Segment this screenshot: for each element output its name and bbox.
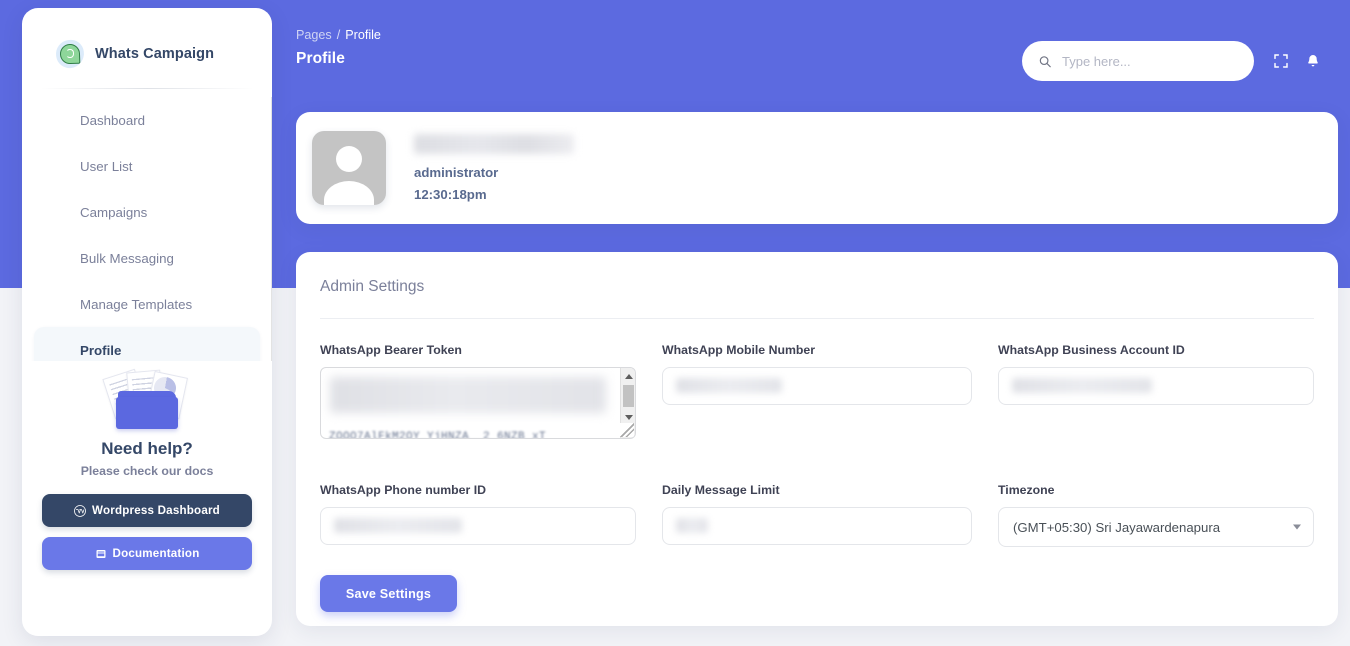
sidebar-item-user-list[interactable]: User List <box>34 143 260 189</box>
breadcrumb-separator: / <box>336 28 341 42</box>
settings-form-grid: WhatsApp Bearer Token ZQQQ7AlFkM2QY_YjHN… <box>320 319 1314 553</box>
search-icon <box>1039 55 1051 67</box>
whatsapp-icon <box>54 38 86 70</box>
sidebar: Whats Campaign Dashboard User List Campa… <box>22 8 272 636</box>
search-input[interactable] <box>1062 53 1238 69</box>
wordpress-dashboard-button[interactable]: Wordpress Dashboard <box>42 494 252 527</box>
sidebar-item-label: Bulk Messaging <box>80 250 174 266</box>
breadcrumb-current: Profile <box>345 28 381 42</box>
bearer-token-textarea[interactable]: ZQQQ7AlFkM2QY_YjHNZA__2_6NZB_xT <box>320 367 636 439</box>
sidebar-item-dashboard[interactable]: Dashboard <box>34 97 260 143</box>
admin-settings-card: Admin Settings WhatsApp Bearer Token ZQQ… <box>296 252 1338 626</box>
help-title: Need help? <box>101 439 193 458</box>
field-label: Timezone <box>998 483 1055 497</box>
textarea-scroll-down-icon[interactable] <box>621 410 635 424</box>
admin-settings-title: Admin Settings <box>320 278 425 295</box>
business-account-id-redacted-value <box>1012 378 1152 393</box>
daily-message-limit-input[interactable] <box>662 507 972 545</box>
breadcrumb: Pages / Profile <box>296 28 1328 42</box>
save-settings-button[interactable]: Save Settings <box>320 575 457 612</box>
brand-header[interactable]: Whats Campaign <box>22 8 272 74</box>
sidebar-item-bulk-messaging[interactable]: Bulk Messaging <box>34 235 260 281</box>
sidebar-item-label: User List <box>80 158 133 174</box>
profile-role: administrator <box>414 165 499 180</box>
sidebar-nav-scroll-area: Dashboard User List Campaigns Bulk Messa… <box>22 97 272 361</box>
textarea-scrollbar-thumb[interactable] <box>623 385 634 407</box>
timezone-select[interactable]: (GMT+05:30) Sri Jayawardenapura <box>998 507 1314 547</box>
fullscreen-icon[interactable] <box>1270 50 1292 72</box>
sidebar-item-label: Profile <box>80 342 122 358</box>
breadcrumb-root[interactable]: Pages <box>296 28 332 42</box>
sidebar-item-profile[interactable]: Profile <box>34 327 260 361</box>
help-card: Need help? Please check our docs Wordpre… <box>22 361 272 570</box>
profile-name-redacted <box>414 134 574 154</box>
topbar: Pages / Profile Profile <box>296 28 1328 90</box>
daily-message-limit-redacted-value <box>676 518 708 533</box>
field-label: WhatsApp Business Account ID <box>998 343 1185 357</box>
sidebar-nav: Dashboard User List Campaigns Bulk Messa… <box>22 97 272 361</box>
documentation-button[interactable]: Documentation <box>42 537 252 570</box>
notification-bell-icon[interactable] <box>1302 50 1324 72</box>
profile-meta: administrator 12:30:18pm <box>414 134 574 202</box>
brand-divider <box>40 88 254 89</box>
textarea-resize-handle[interactable] <box>620 423 634 437</box>
chevron-down-icon <box>1293 524 1301 530</box>
sidebar-scrollbar[interactable] <box>271 97 272 361</box>
sidebar-item-label: Dashboard <box>80 112 146 128</box>
field-label: WhatsApp Mobile Number <box>662 343 816 357</box>
search-box[interactable] <box>1022 41 1254 81</box>
documentation-label: Documentation <box>112 547 200 560</box>
profile-time: 12:30:18pm <box>414 187 487 202</box>
field-phone-number-id: WhatsApp Phone number ID <box>320 483 636 547</box>
field-timezone: Timezone (GMT+05:30) Sri Jayawardenapura <box>998 483 1314 547</box>
bearer-token-clipped-text: ZQQQ7AlFkM2QY_YjHNZA__2_6NZB_xT <box>329 431 547 439</box>
wordpress-icon <box>74 504 86 517</box>
timezone-selected-value: (GMT+05:30) Sri Jayawardenapura <box>1013 519 1221 535</box>
wordpress-dashboard-label: Wordpress Dashboard <box>92 504 220 517</box>
sidebar-item-label: Campaigns <box>80 204 148 220</box>
brand-name: Whats Campaign <box>95 46 215 62</box>
mobile-number-redacted-value <box>676 378 782 393</box>
app-root: Whats Campaign Dashboard User List Campa… <box>0 0 1350 646</box>
textarea-scroll-up-icon[interactable] <box>621 369 635 383</box>
help-subtitle: Please check our docs <box>80 464 214 478</box>
bearer-token-redacted-value <box>330 377 606 413</box>
field-label: WhatsApp Bearer Token <box>320 343 462 357</box>
phone-number-id-redacted-value <box>334 518 462 533</box>
documents-folder-illustration <box>92 368 202 433</box>
user-avatar-icon[interactable] <box>312 131 386 205</box>
field-label: WhatsApp Phone number ID <box>320 483 487 497</box>
field-business-account-id: WhatsApp Business Account ID <box>998 343 1314 439</box>
profile-card: administrator 12:30:18pm <box>296 112 1338 224</box>
field-label: Daily Message Limit <box>662 483 780 497</box>
field-bearer-token: WhatsApp Bearer Token ZQQQ7AlFkM2QY_YjHN… <box>320 343 636 439</box>
sidebar-item-manage-templates[interactable]: Manage Templates <box>34 281 260 327</box>
field-daily-message-limit: Daily Message Limit <box>662 483 972 547</box>
sidebar-item-campaigns[interactable]: Campaigns <box>34 189 260 235</box>
book-icon <box>96 549 105 558</box>
sidebar-item-label: Manage Templates <box>80 296 193 312</box>
field-mobile-number: WhatsApp Mobile Number <box>662 343 972 439</box>
